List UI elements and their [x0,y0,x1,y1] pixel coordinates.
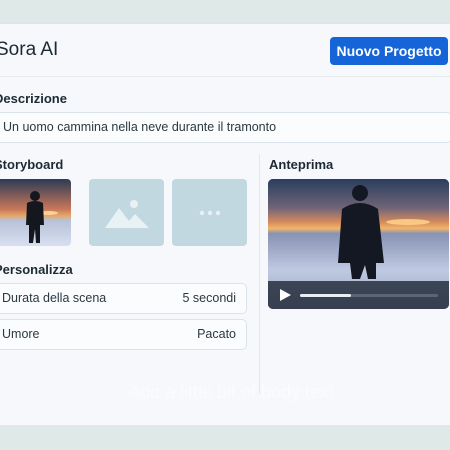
app-window: Sora AI Nuovo Progetto Descrizione Un uo… [0,24,450,425]
storyboard-frame-1[interactable] [0,179,71,246]
duration-row[interactable]: Durata della scena 5 secondi [0,283,247,314]
duration-value: 5 secondi [182,291,236,305]
duration-key: Durata della scena [2,291,107,305]
description-field[interactable]: Un uomo cammina nella neve durante il tr… [0,112,450,143]
mood-value: Pacato [197,327,236,341]
scene-thumbnail [0,179,71,246]
new-project-button[interactable]: Nuovo Progetto [330,37,448,65]
description-label: Descrizione [0,91,67,106]
progress-fill [300,294,352,297]
app-title: Sora AI [0,39,59,60]
video-preview[interactable] [268,179,449,309]
storyboard-frame-2[interactable] [89,179,164,246]
mood-row[interactable]: Umore Pacato [0,319,247,350]
video-controls [268,281,449,309]
play-icon[interactable] [280,289,291,301]
progress-track[interactable] [300,294,438,297]
preview-label: Anteprima [269,157,334,172]
storyboard-label: Storyboard [0,157,64,172]
image-placeholder-icon [104,199,149,228]
mood-key: Umore [2,327,40,341]
description-value: Un uomo cammina nella neve durante il tr… [3,120,277,134]
more-icon [199,210,220,215]
column-divider [259,154,260,394]
app-header: Sora AI Nuovo Progetto [0,24,450,77]
customize-label: Personalizza [0,262,73,277]
watermark-text: Add a little bit of body text [128,382,335,402]
storyboard-frame-3[interactable] [172,179,247,246]
footer-band [0,425,450,450]
